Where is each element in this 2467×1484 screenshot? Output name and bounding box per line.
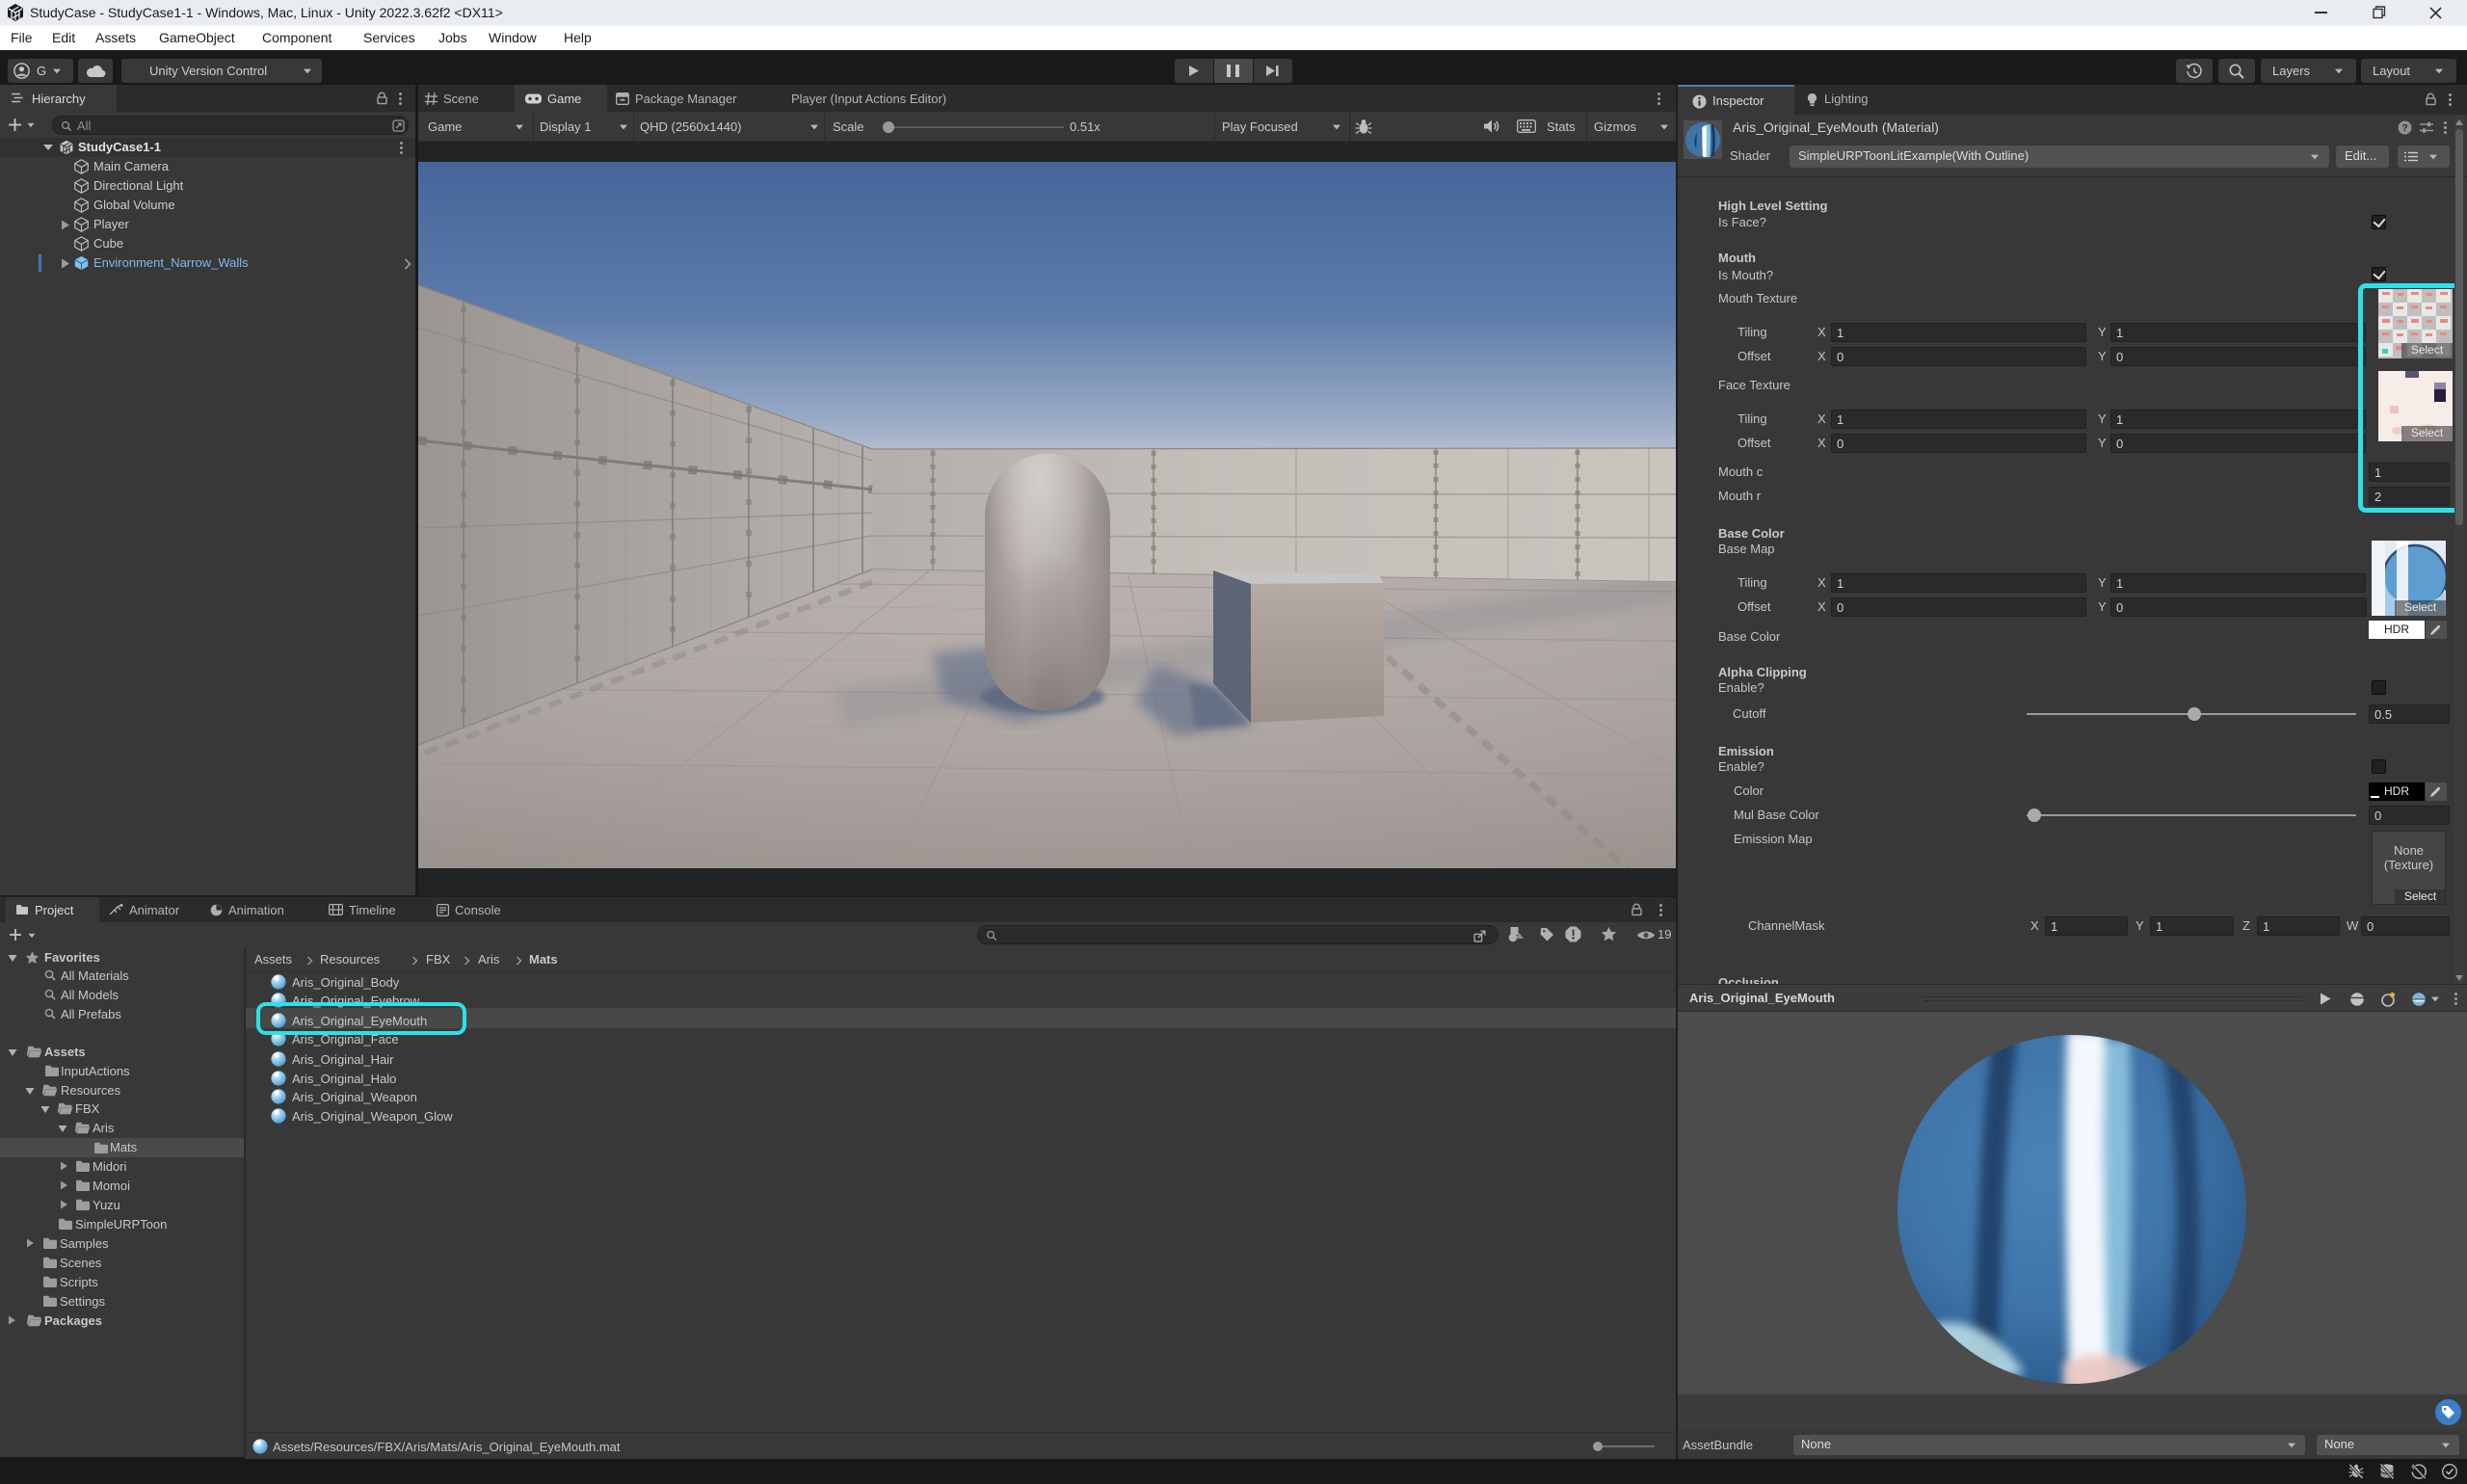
svg-text:?: ?: [2401, 123, 2407, 134]
